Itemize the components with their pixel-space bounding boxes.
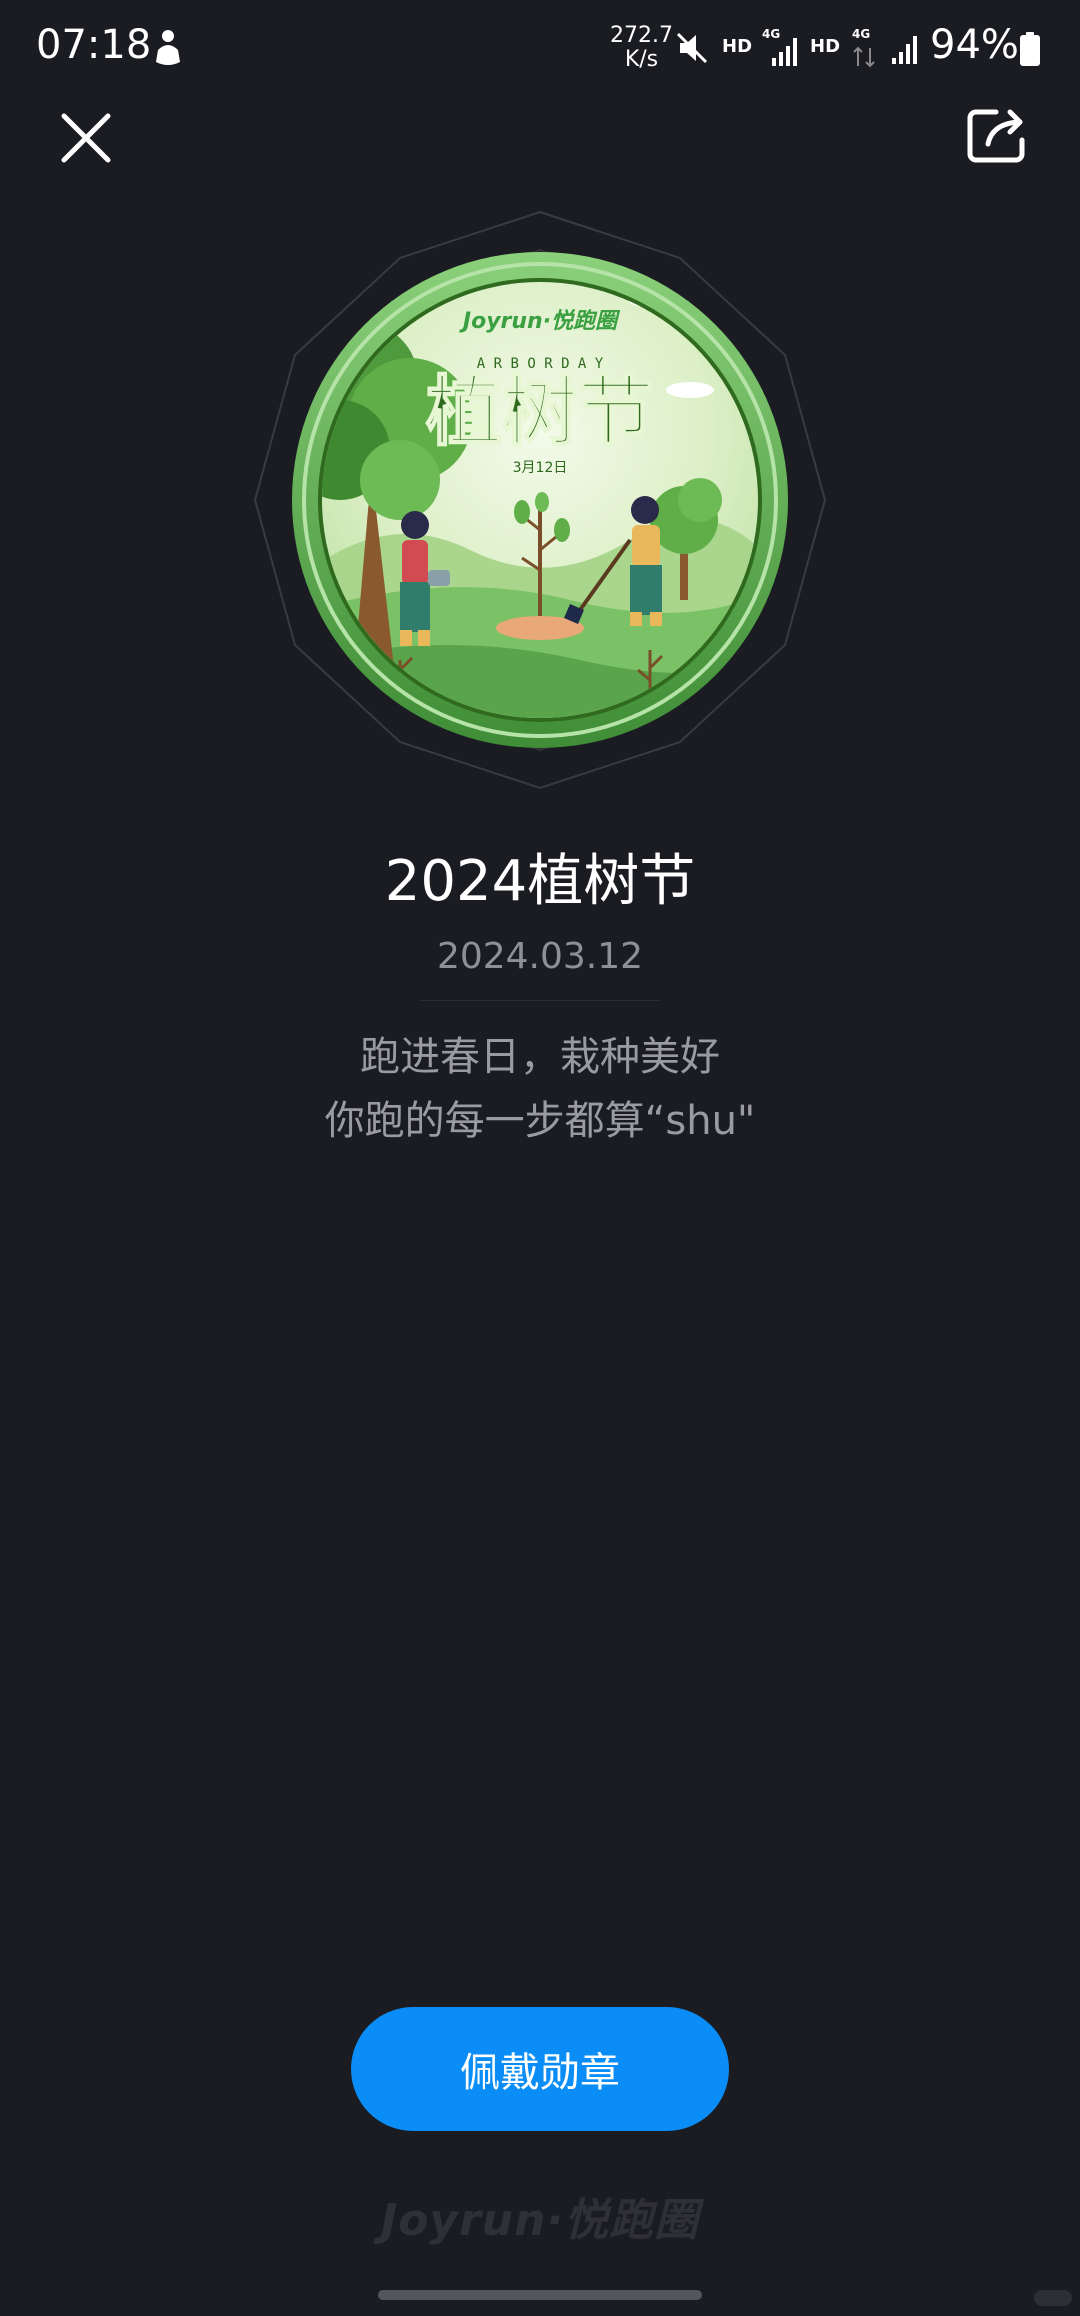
medal-description: 跑进春日，栽种美好 你跑的每一步都算“shu" [0,1025,1080,1153]
badge-brand: Joyrun·悦跑圈 [459,309,621,334]
network-speed: 272.7 K/s [610,23,673,72]
status-bar: 07:18 272.7 K/s HD 4G HD 4G 94% [0,0,1080,96]
share-icon[interactable] [966,106,1028,164]
person-icon [156,30,180,65]
data-activity-icon: 4G [852,27,875,68]
badge-date: 3月12日 [513,460,568,476]
badge-headline: 植树节 [426,367,654,456]
medal-title: 2024植树节 [384,849,696,914]
close-icon[interactable] [56,108,116,168]
medal-date: 2024.03.12 [436,936,644,977]
description-line: 跑进春日，栽种美好 [360,1034,720,1080]
home-indicator[interactable] [378,2290,702,2300]
divider [420,1000,660,1001]
hd-label: HD [810,36,841,57]
svg-text:4G: 4G [762,27,780,41]
description-line: 你跑的每一步都算“shu" [324,1098,756,1144]
watermark [1034,2290,1072,2306]
medal-illustration: Joyrun·悦跑圈 A R B O R D A Y 植树节 3月12日 [253,210,827,790]
battery-icon [1020,32,1040,66]
footer-logo: Joyrun·悦跑圈 [380,2195,700,2246]
hd-label: HD [722,36,753,57]
battery-level: 94% [930,22,1019,68]
signal-icon [892,36,917,64]
mute-icon [676,32,708,64]
signal-icon: 4G [762,27,797,66]
svg-text:4G: 4G [852,27,870,41]
status-time: 07:18 [36,22,152,68]
wear-medal-button[interactable]: 佩戴勋章 [351,2007,729,2131]
medal-badge: Joyrun·悦跑圈 A R B O R D A Y 植树节 3月12日 [250,210,830,790]
